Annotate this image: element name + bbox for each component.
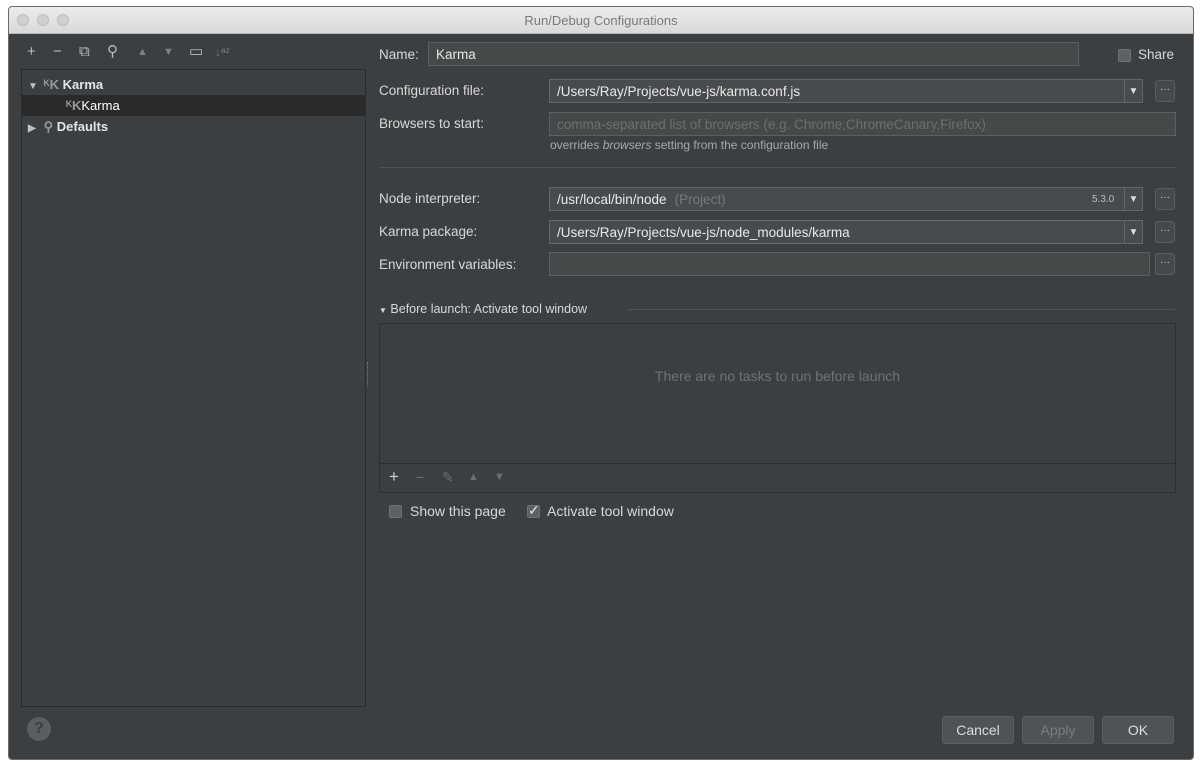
before-launch-title: Before launch: Activate tool window xyxy=(390,302,588,316)
configuration-tree: ▼ ᴷK Karma ᴷKKarma ▶ ⚲ Defaults xyxy=(21,69,366,707)
before-launch-header[interactable]: ▼ Before launch: Activate tool window xyxy=(379,302,587,316)
tree-item-karma-group[interactable]: ▼ ᴷK Karma xyxy=(22,74,365,95)
help-icon[interactable]: ? xyxy=(27,717,51,741)
run-debug-dialog: Run/Debug Configurations + − ⧉ ⚲ ▲ ▼ ▭ ↓… xyxy=(8,6,1194,760)
remove-task-icon[interactable]: − xyxy=(416,469,424,485)
add-task-icon[interactable]: + xyxy=(389,467,399,487)
section-separator xyxy=(379,167,1176,168)
folder-icon[interactable]: ▭ xyxy=(189,43,203,61)
ok-button[interactable]: OK xyxy=(1102,716,1174,744)
activate-tool-window-label: Activate tool window xyxy=(547,503,674,519)
collapse-arrow-icon: ▼ xyxy=(379,306,387,315)
env-variables-input[interactable] xyxy=(549,252,1150,276)
browsers-hint: overrides browsers setting from the conf… xyxy=(550,138,829,152)
env-variables-browse-button[interactable]: ··· xyxy=(1155,253,1175,275)
cancel-button[interactable]: Cancel xyxy=(942,716,1014,744)
empty-tasks-text: There are no tasks to run before launch xyxy=(654,368,901,384)
node-version: 5.3.0 xyxy=(1092,194,1115,205)
move-task-up-icon[interactable]: ▲ xyxy=(468,471,479,483)
move-down-icon[interactable]: ▼ xyxy=(163,43,174,61)
browsers-label: Browsers to start: xyxy=(379,116,485,131)
karma-icon: ᴷK xyxy=(43,77,60,92)
node-interpreter-combo[interactable]: /usr/local/bin/node (Project) xyxy=(549,187,1125,211)
browsers-placeholder: comma-separated list of browsers (e.g. C… xyxy=(557,117,986,132)
env-variables-label: Environment variables: xyxy=(379,257,517,272)
config-file-label: Configuration file: xyxy=(379,83,485,98)
defaults-icon: ⚲ xyxy=(43,119,54,134)
karma-package-combo[interactable]: /Users/Ray/Projects/vue-js/node_modules/… xyxy=(549,220,1125,244)
browsers-input[interactable]: comma-separated list of browsers (e.g. C… xyxy=(549,112,1176,136)
before-launch-task-list: There are no tasks to run before launch … xyxy=(379,323,1176,493)
expanded-arrow-icon[interactable]: ▼ xyxy=(28,76,40,97)
show-page-label: Show this page xyxy=(410,503,506,519)
name-input[interactable]: Karma xyxy=(428,42,1079,66)
karma-package-browse-button[interactable]: ··· xyxy=(1155,221,1175,243)
tree-item-defaults[interactable]: ▶ ⚲ Defaults xyxy=(22,116,365,137)
node-interpreter-label: Node interpreter: xyxy=(379,191,481,206)
show-page-checkbox[interactable] xyxy=(389,505,402,518)
node-interpreter-browse-button[interactable]: ··· xyxy=(1155,188,1175,210)
collapsed-arrow-icon[interactable]: ▶ xyxy=(28,118,40,139)
splitter-handle[interactable] xyxy=(367,362,371,386)
edit-defaults-icon[interactable]: ⚲ xyxy=(107,43,118,61)
karma-package-dropdown-icon[interactable]: ▼ xyxy=(1125,220,1143,244)
name-label: Name: xyxy=(379,47,419,62)
title-bar: Run/Debug Configurations xyxy=(9,7,1193,34)
sort-icon[interactable]: ↓ᵃᶻ xyxy=(215,43,230,61)
before-launch-divider xyxy=(627,309,1175,310)
karma-icon: ᴷK xyxy=(66,98,82,113)
edit-task-icon[interactable]: ✎ xyxy=(442,469,454,486)
copy-configuration-icon[interactable]: ⧉ xyxy=(79,43,90,61)
tree-item-label: Karma xyxy=(62,77,104,92)
tree-item-label: Defaults xyxy=(56,119,109,134)
tree-item-label: Karma xyxy=(81,98,120,113)
node-interpreter-dropdown-icon[interactable]: ▼ xyxy=(1125,187,1143,211)
share-checkbox[interactable] xyxy=(1118,49,1131,62)
config-file-combo[interactable]: /Users/Ray/Projects/vue-js/karma.conf.js xyxy=(549,79,1125,103)
config-file-browse-button[interactable]: ··· xyxy=(1155,80,1175,102)
move-task-down-icon[interactable]: ▼ xyxy=(494,471,505,483)
share-label[interactable]: Share xyxy=(1138,47,1174,62)
karma-package-label: Karma package: xyxy=(379,224,478,239)
config-file-dropdown-icon[interactable]: ▼ xyxy=(1125,79,1143,103)
tree-item-karma[interactable]: ᴷKKarma xyxy=(22,95,365,116)
task-toolbar: + − ✎ ▲ ▼ xyxy=(380,463,1175,492)
move-up-icon[interactable]: ▲ xyxy=(137,43,148,61)
activate-tool-window-checkbox[interactable] xyxy=(527,502,540,519)
window-title: Run/Debug Configurations xyxy=(524,13,678,28)
add-configuration-icon[interactable]: + xyxy=(27,43,36,61)
apply-button[interactable]: Apply xyxy=(1022,716,1094,744)
remove-configuration-icon[interactable]: − xyxy=(53,43,62,61)
